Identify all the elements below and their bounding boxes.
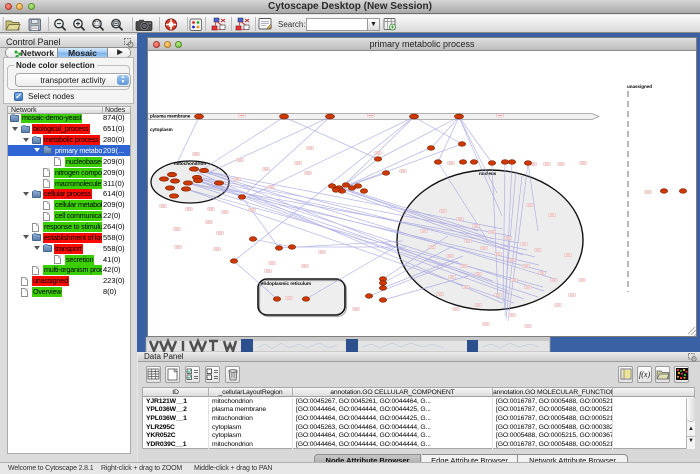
svg-text:endoplasmic reticulum: endoplasmic reticulum <box>261 281 311 286</box>
svg-text:mitochondrion: mitochondrion <box>174 161 206 166</box>
svg-text:cytoplasm: cytoplasm <box>150 127 173 132</box>
svg-text:plasma membrane: plasma membrane <box>150 114 191 119</box>
svg-text:f(x): f(x) <box>639 370 650 379</box>
svg-text:unassigned: unassigned <box>627 84 652 89</box>
